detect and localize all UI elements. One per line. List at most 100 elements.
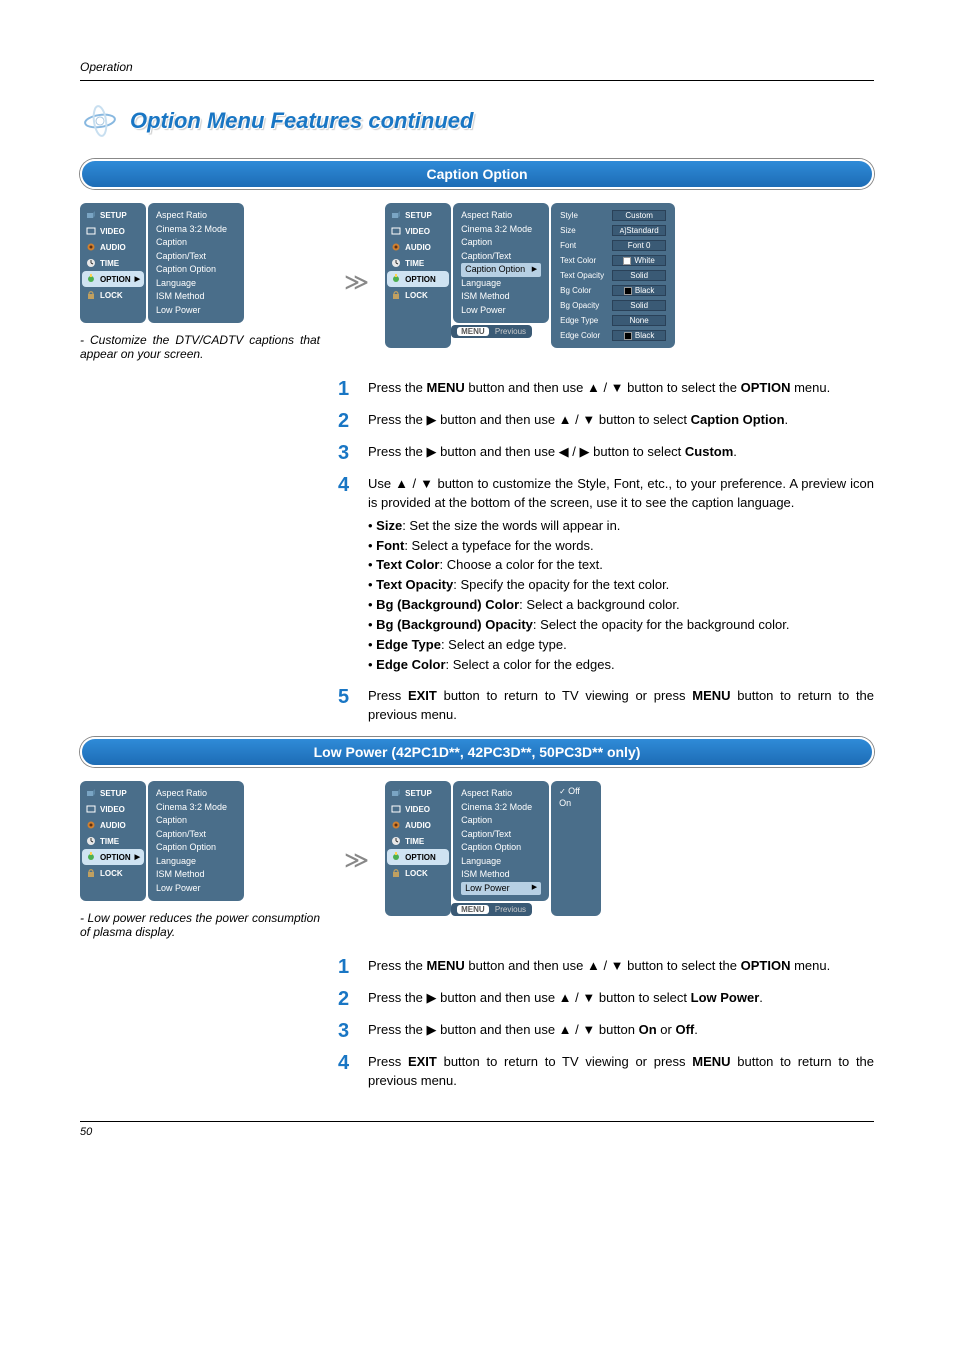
step: 3Press the ▶ button and then use ▲ / ▼ b… [338, 1021, 874, 1041]
osd-menu-item-lock: LOCK [385, 865, 451, 881]
osd-list-item: Caption [461, 236, 541, 250]
osd-list-item: Cinema 3:2 Mode [156, 801, 236, 815]
osd-menu-item-setup: SETUP [80, 785, 146, 801]
osd-menu-item-time: TIME [80, 255, 146, 271]
step: 1Press the MENU button and then use ▲ / … [338, 957, 874, 977]
osd-list-item: ISM Method [156, 868, 236, 882]
osd-menu-item-audio: AUDIO [80, 239, 146, 255]
osd-list-item: ISM Method [461, 290, 541, 304]
setting-value: Black [612, 330, 666, 341]
osd-menu-item-video: VIDEO [80, 223, 146, 239]
setting-label: Font [557, 239, 607, 252]
step-number: 2 [338, 989, 356, 1009]
step-body: Press the ▶ button and then use ▲ / ▼ bu… [368, 989, 763, 1009]
low-power-band: Low Power (42PC1D**, 42PC3D**, 50PC3D** … [80, 737, 874, 767]
chevron-right-icon: ≫ [338, 268, 367, 297]
osd-list-item: Caption/Text [156, 250, 236, 264]
osd-menu-item-option: OPTION [387, 849, 449, 865]
step-body: Press the ▶ button and then use ▲ / ▼ bu… [368, 411, 788, 431]
step-number: 2 [338, 411, 356, 431]
osd-menu-item-time: TIME [80, 833, 146, 849]
osd-list-item: Caption [156, 236, 236, 250]
setting-label: Text Color [557, 254, 607, 267]
section-header: Operation [80, 60, 874, 81]
osd-list-item: Aspect Ratio [156, 787, 236, 801]
caption-option-steps: 1Press the MENU button and then use ▲ / … [338, 379, 874, 725]
osd-panel-right-1: SETUPVIDEOAUDIOTIMEOPTIONLOCK Aspect Rat… [385, 203, 675, 348]
page-number: 50 [80, 1121, 874, 1138]
osd-panel-left-2: SETUPVIDEOAUDIOTIMEOPTION ▶LOCK Aspect R… [80, 781, 320, 901]
osd-menu-item-audio: AUDIO [385, 817, 451, 833]
osd-footer: MENU Previous [451, 325, 532, 338]
low-power-options: OffOn [551, 781, 601, 916]
step-number: 3 [338, 443, 356, 463]
osd-menu-item-audio: AUDIO [385, 239, 451, 255]
osd-menu-item-video: VIDEO [80, 801, 146, 817]
osd-menu-item-option: OPTION ▶ [82, 849, 144, 865]
setting-value: None [612, 315, 666, 326]
osd-menu-item-video: VIDEO [385, 223, 451, 239]
setting-value: Custom [612, 210, 666, 221]
osd-list-item: Caption [156, 814, 236, 828]
step-body: Press EXIT button to return to TV viewin… [368, 687, 874, 725]
osd-list-item: ISM Method [156, 290, 236, 304]
step-body: Use ▲ / ▼ button to customize the Style,… [368, 475, 874, 675]
step-body: Press the MENU button and then use ▲ / ▼… [368, 379, 830, 399]
osd-panel-left-1: SETUPVIDEOAUDIOTIMEOPTION ▶LOCK Aspect R… [80, 203, 320, 323]
osd-footer: MENU Previous [451, 903, 532, 916]
caption-option-band: Caption Option [80, 159, 874, 189]
osd-list-item: Caption Option [156, 841, 236, 855]
step: 5 Press EXIT button to return to TV viewi… [338, 687, 874, 725]
osd-list-item: ISM Method [461, 868, 541, 882]
setting-label: Bg Opacity [557, 299, 607, 312]
osd-list-item: Caption/Text [156, 828, 236, 842]
osd-menu-item-lock: LOCK [80, 287, 146, 303]
osd-list-item: Language [156, 855, 236, 869]
osd-list-item: Language [156, 277, 236, 291]
osd-list-item: Aspect Ratio [461, 209, 541, 223]
previous-label: Previous [495, 327, 526, 336]
osd-menu-item-setup: SETUP [385, 207, 451, 223]
step: 3Press the ▶ button and then use ◀ / ▶ b… [338, 443, 874, 463]
caption-option-note: - Customize the DTV/CADTV captions that … [80, 333, 320, 361]
osd-list-item: Language [461, 277, 541, 291]
setting-label: Bg Color [557, 284, 607, 297]
osd-menu-item-lock: LOCK [80, 865, 146, 881]
step-body: Press EXIT button to return to TV viewin… [368, 1053, 874, 1091]
osd-list-item: Aspect Ratio [156, 209, 236, 223]
low-power-steps: 1Press the MENU button and then use ▲ / … [338, 957, 874, 1091]
osd-list-item: Aspect Ratio [461, 787, 541, 801]
osd-menu-item-setup: SETUP [80, 207, 146, 223]
osd-panel-right-2: SETUPVIDEOAUDIOTIMEOPTIONLOCK Aspect Rat… [385, 781, 601, 916]
setting-value: White [612, 255, 666, 266]
osd-menu-item-option: OPTION ▶ [82, 271, 144, 287]
step: 2 Press the ▶ button and then use ▲ / ▼ b… [338, 411, 874, 431]
osd-list-item: Caption [461, 814, 541, 828]
osd-list-item: Low Power [461, 304, 541, 318]
page-title: Option Menu Features continued [130, 108, 473, 134]
caption-option-row: SETUPVIDEOAUDIOTIMEOPTION ▶LOCK Aspect R… [80, 203, 874, 361]
osd-menu-item-time: TIME [385, 833, 451, 849]
setting-value: Solid [612, 300, 666, 311]
setting-value: Black [612, 285, 666, 296]
previous-label: Previous [495, 905, 526, 914]
low-power-row: SETUPVIDEOAUDIOTIMEOPTION ▶LOCK Aspect R… [80, 781, 874, 939]
osd-menu-item-time: TIME [385, 255, 451, 271]
step-number: 1 [338, 957, 356, 977]
setting-label: Style [557, 209, 607, 222]
setting-value: Solid [612, 270, 666, 281]
ring-icon [77, 98, 122, 143]
osd-menu-item-audio: AUDIO [80, 817, 146, 833]
setting-label: Text Opacity [557, 269, 607, 282]
setting-label: Edge Type [557, 314, 607, 327]
low-power-note: - Low power reduces the power consumptio… [80, 911, 320, 939]
step-number: 5 [338, 687, 356, 725]
osd-list-item: Caption Option [156, 263, 236, 277]
step: 4Press EXIT button to return to TV viewi… [338, 1053, 874, 1091]
osd-menu-item-setup: SETUP [385, 785, 451, 801]
osd-list-item: Low Power [156, 304, 236, 318]
osd-list-item: Low Power [156, 882, 236, 896]
osd-list-item: Caption Option▶ [461, 263, 541, 277]
step-body: Press the ▶ button and then use ▲ / ▼ bu… [368, 1021, 698, 1041]
setting-label: Edge Color [557, 329, 607, 342]
